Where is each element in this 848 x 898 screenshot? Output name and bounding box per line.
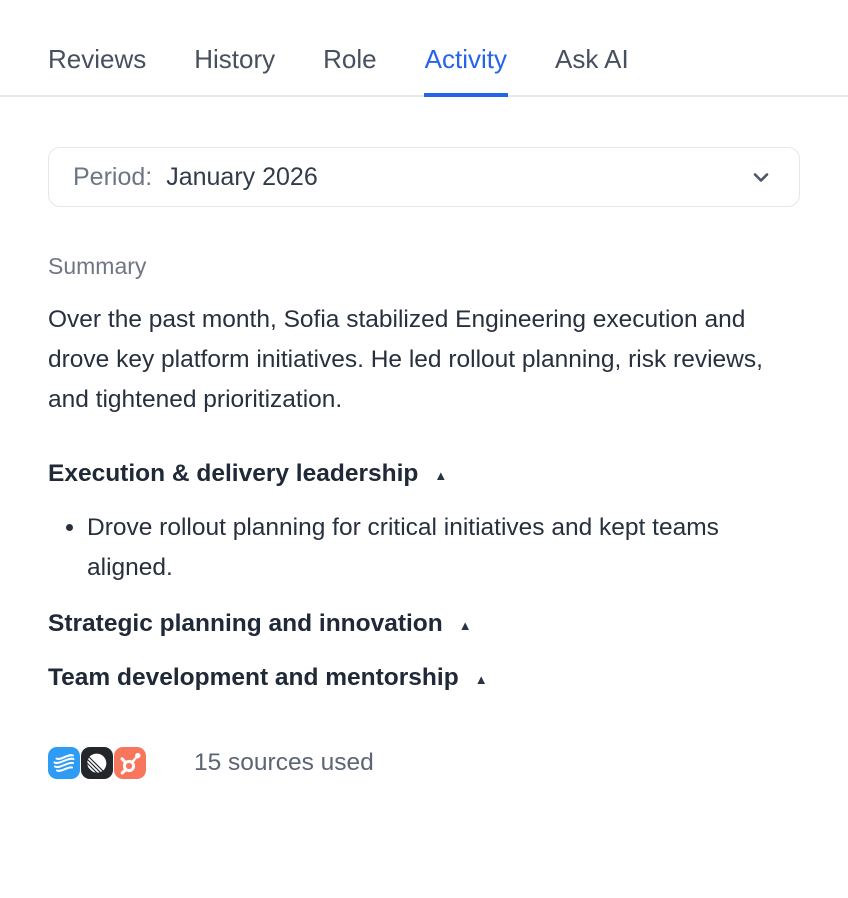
period-select-value: January 2026	[166, 163, 318, 192]
section-title: Strategic planning and innovation	[48, 608, 443, 640]
tab-history[interactable]: History	[194, 44, 275, 95]
period-select-label: Period:	[73, 163, 152, 192]
period-select[interactable]: Period: January 2026	[48, 147, 800, 207]
bullet-list: Drove rollout planning for critical init…	[48, 508, 788, 588]
tab-reviews[interactable]: Reviews	[48, 44, 146, 95]
tab-ask-ai[interactable]: Ask AI	[555, 44, 629, 95]
collapse-triangle-icon: ▲	[475, 673, 488, 686]
tab-activity[interactable]: Activity	[425, 44, 507, 95]
linear-source-icon	[81, 747, 113, 779]
sources-count-label: 15 sources used	[194, 749, 374, 777]
summary-label: Summary	[48, 252, 800, 280]
section-heading-execution-delivery[interactable]: Execution & delivery leadership ▲	[48, 458, 800, 490]
bullet-item: Drove rollout planning for critical init…	[87, 508, 788, 588]
section-heading-strategic-planning[interactable]: Strategic planning and innovation ▲	[48, 608, 800, 640]
sources-row[interactable]: 15 sources used	[48, 747, 800, 779]
chevron-down-icon	[749, 165, 773, 189]
activity-panel: Period: January 2026 Summary Over the pa…	[0, 147, 848, 779]
tab-role[interactable]: Role	[323, 44, 376, 95]
wave-lines-source-icon	[48, 747, 80, 779]
summary-text: Over the past month, Sofia stabilized En…	[48, 300, 800, 420]
collapse-triangle-icon: ▲	[434, 469, 447, 482]
source-icons	[48, 747, 146, 779]
section-title: Team development and mentorship	[48, 662, 459, 694]
section-heading-team-development[interactable]: Team development and mentorship ▲	[48, 662, 800, 694]
tab-bar: Reviews History Role Activity Ask AI	[0, 0, 848, 97]
collapse-triangle-icon: ▲	[459, 619, 472, 632]
hubspot-source-icon	[114, 747, 146, 779]
section-title: Execution & delivery leadership	[48, 458, 418, 490]
